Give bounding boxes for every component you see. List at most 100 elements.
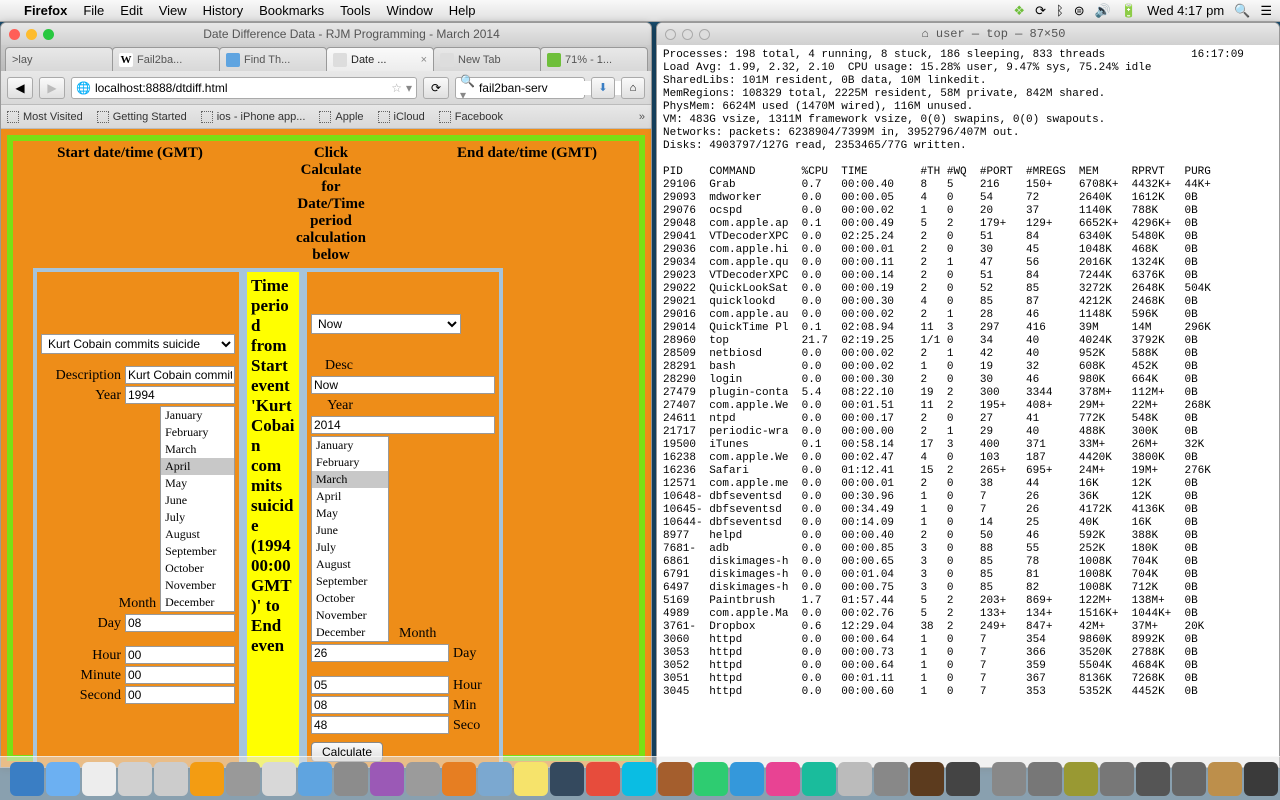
end-desc-input[interactable]	[311, 376, 495, 394]
month-option[interactable]: July	[312, 539, 388, 556]
month-option[interactable]: June	[312, 522, 388, 539]
month-option[interactable]: April	[312, 488, 388, 505]
month-listbox[interactable]: JanuaryFebruaryMarchAprilMayJuneJulyAugu…	[160, 406, 235, 612]
search-engine-icon[interactable]: 🔍▾	[460, 74, 475, 102]
search-bar[interactable]: 🔍▾	[455, 77, 585, 99]
home-button[interactable]: ⌂	[621, 77, 645, 99]
dock-app-icon[interactable]	[118, 762, 152, 796]
most-visited-bookmark[interactable]: Most Visited	[7, 111, 83, 123]
month-option[interactable]: April	[161, 458, 234, 475]
month-option[interactable]: August	[312, 556, 388, 573]
spotlight-icon[interactable]: 🔍	[1234, 3, 1250, 19]
tab-new[interactable]: New Tab	[433, 47, 541, 71]
notification-center-icon[interactable]: ☰	[1260, 3, 1272, 19]
menu-tools[interactable]: Tools	[340, 3, 370, 18]
menu-view[interactable]: View	[159, 3, 187, 18]
back-button[interactable]: ◀	[7, 77, 33, 99]
dock-app-icon[interactable]	[622, 762, 656, 796]
tab-play[interactable]: >lay	[5, 47, 113, 71]
url-input[interactable]	[95, 81, 387, 95]
icloud-bookmark[interactable]: iCloud	[378, 111, 425, 123]
bluetooth-icon[interactable]: ᛒ	[1056, 3, 1064, 18]
dock-app-icon[interactable]	[838, 762, 872, 796]
bookmark-star-icon[interactable]: ☆	[391, 81, 402, 95]
close-window-icon[interactable]	[9, 29, 20, 40]
month-option[interactable]: November	[312, 607, 388, 624]
dock-app-icon[interactable]	[370, 762, 404, 796]
month-option[interactable]: September	[161, 543, 234, 560]
end-day-input[interactable]	[311, 644, 449, 662]
dock-app-icon[interactable]	[262, 762, 296, 796]
dock-app-icon[interactable]	[1028, 762, 1062, 796]
reload-button[interactable]: ⟳	[423, 77, 449, 99]
dock-app-icon[interactable]	[802, 762, 836, 796]
hour-input[interactable]	[125, 646, 235, 664]
dropdown-icon[interactable]: ▾	[406, 81, 412, 95]
month-option[interactable]: January	[312, 437, 388, 454]
firefox-titlebar[interactable]: Date Difference Data - RJM Programming -…	[1, 23, 651, 45]
end-year-input[interactable]	[311, 416, 495, 434]
dock-app-icon[interactable]	[442, 762, 476, 796]
wifi-icon[interactable]: ⊜	[1074, 3, 1085, 19]
menu-window[interactable]: Window	[387, 3, 433, 18]
menu-bookmarks[interactable]: Bookmarks	[259, 3, 324, 18]
dock-app-icon[interactable]	[1064, 762, 1098, 796]
dock-app-icon[interactable]	[1100, 762, 1134, 796]
menu-edit[interactable]: Edit	[120, 3, 142, 18]
dock-app-icon[interactable]	[874, 762, 908, 796]
minimize-window-icon[interactable]	[26, 29, 37, 40]
ios-bookmark[interactable]: ios - iPhone app...	[201, 111, 306, 123]
tab-fail2ban[interactable]: WFail2ba...	[112, 47, 220, 71]
dock-app-icon[interactable]	[586, 762, 620, 796]
forward-button[interactable]: ▶	[39, 77, 65, 99]
dock-app-icon[interactable]	[190, 762, 224, 796]
end-minute-input[interactable]	[311, 696, 449, 714]
volume-icon[interactable]: 🔊	[1095, 3, 1111, 19]
month-option[interactable]: November	[161, 577, 234, 594]
dock-app-icon[interactable]	[10, 762, 44, 796]
dock-app-icon[interactable]	[154, 762, 188, 796]
second-input[interactable]	[125, 686, 235, 704]
month-option[interactable]: January	[161, 407, 234, 424]
event-select[interactable]: Kurt Cobain commits suicide	[41, 334, 235, 354]
dock-app-icon[interactable]	[766, 762, 800, 796]
zoom-window-icon[interactable]	[43, 29, 54, 40]
month-option[interactable]: June	[161, 492, 234, 509]
month-option[interactable]: August	[161, 526, 234, 543]
site-identity-icon[interactable]: 🌐	[76, 81, 91, 95]
menu-help[interactable]: Help	[449, 3, 476, 18]
dock-app-icon[interactable]	[514, 762, 548, 796]
dock-app-icon[interactable]	[730, 762, 764, 796]
month-option[interactable]: October	[161, 560, 234, 577]
dock-app-icon[interactable]	[1172, 762, 1206, 796]
dropbox-icon[interactable]: ❖	[1013, 3, 1025, 19]
bookmarks-overflow-icon[interactable]: »	[639, 111, 645, 123]
url-bar[interactable]: 🌐 ☆ ▾	[71, 77, 417, 99]
dock-app-icon[interactable]	[992, 762, 1026, 796]
dock-app-icon[interactable]	[550, 762, 584, 796]
month-option[interactable]: October	[312, 590, 388, 607]
month-option[interactable]: December	[161, 594, 234, 611]
dock-app-icon[interactable]	[1244, 762, 1278, 796]
month-option[interactable]: July	[161, 509, 234, 526]
zoom-window-icon[interactable]	[699, 29, 710, 40]
close-window-icon[interactable]	[665, 29, 676, 40]
month-option[interactable]: September	[312, 573, 388, 590]
minute-input[interactable]	[125, 666, 235, 684]
day-input[interactable]	[125, 614, 235, 632]
sync-icon[interactable]: ⟳	[1035, 3, 1046, 19]
minimize-window-icon[interactable]	[682, 29, 693, 40]
month-option[interactable]: May	[161, 475, 234, 492]
terminal-body[interactable]: Processes: 198 total, 4 running, 8 stuck…	[657, 45, 1279, 703]
dock-app-icon[interactable]	[226, 762, 260, 796]
dock-app-icon[interactable]	[298, 762, 332, 796]
dock-app-icon[interactable]	[1208, 762, 1242, 796]
terminal-titlebar[interactable]: ⌂ user — top — 87×50	[657, 23, 1279, 45]
menu-history[interactable]: History	[203, 3, 243, 18]
end-event-select[interactable]: Now	[311, 314, 461, 334]
dock-app-icon[interactable]	[334, 762, 368, 796]
getting-started-bookmark[interactable]: Getting Started	[97, 111, 187, 123]
close-tab-icon[interactable]: ×	[421, 54, 427, 66]
dock-app-icon[interactable]	[82, 762, 116, 796]
end-month-listbox[interactable]: JanuaryFebruaryMarchAprilMayJuneJulyAugu…	[311, 436, 389, 642]
